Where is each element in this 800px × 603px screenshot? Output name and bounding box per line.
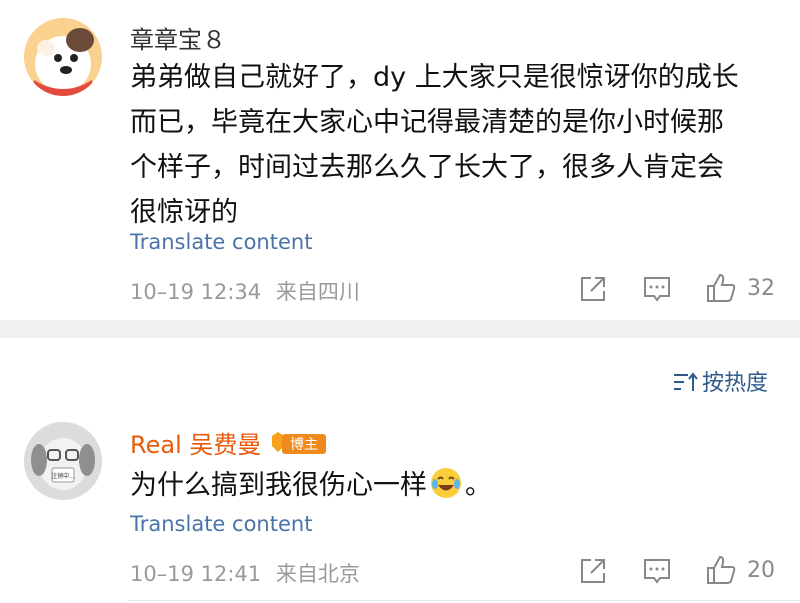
comment-text: 弟弟做自己就好了，dy 上大家只是很惊讶你的成长 而已，毕竟在大家心中记得最清楚… xyxy=(130,55,770,235)
blogger-badge: 博主 xyxy=(270,430,328,460)
comment-text-line: 为什么搞到我很伤心一样 xyxy=(130,470,427,501)
comment-text-suffix: 。 xyxy=(465,470,492,501)
reply-button[interactable] xyxy=(641,555,673,587)
thumbs-up-icon xyxy=(707,555,736,584)
share-button[interactable] xyxy=(577,555,609,587)
reply-button[interactable] xyxy=(641,273,673,305)
avatar-label: 注销中... xyxy=(51,472,75,480)
comment-text-line: 个样子，时间过去那么久了长大了，很多人肯定会 xyxy=(130,152,724,183)
comment-icon xyxy=(644,277,670,302)
like-count: 20 xyxy=(747,558,775,583)
section-divider xyxy=(0,320,800,338)
badge-label: 博主 xyxy=(290,436,318,453)
avatar[interactable] xyxy=(24,18,102,96)
comment-text-line: 而已，毕竟在大家心中记得最清楚的是你小时候那 xyxy=(130,107,724,138)
comment-text-line: 很惊讶的 xyxy=(130,197,238,228)
timestamp: 10–19 12:34 xyxy=(130,280,262,304)
share-button[interactable] xyxy=(577,273,609,305)
username[interactable]: 章章宝８ xyxy=(130,20,226,55)
username[interactable]: Real 吴费曼 xyxy=(130,425,261,460)
thumbs-up-icon xyxy=(707,273,736,302)
comment-meta: 10–19 12:41 来自北京 xyxy=(130,558,360,588)
cartoon-dog-avatar-icon xyxy=(24,18,102,96)
sort-label: 按热度 xyxy=(702,371,769,396)
share-icon xyxy=(581,277,605,301)
sort-icon xyxy=(674,372,698,391)
list-divider xyxy=(128,600,800,601)
comment-text: 为什么搞到我很伤心一样 。 xyxy=(130,463,770,508)
share-icon xyxy=(581,559,605,583)
translate-content-link[interactable]: Translate content xyxy=(130,230,312,254)
location: 来自四川 xyxy=(275,280,360,304)
comment-text-line: 弟弟做自己就好了，dy 上大家只是很惊讶你的成长 xyxy=(130,62,739,93)
like-count: 32 xyxy=(747,276,775,301)
comment-meta: 10–19 12:34 来自四川 xyxy=(130,276,360,306)
like-button[interactable] xyxy=(705,272,737,304)
laughing-crying-emoji-icon xyxy=(429,466,463,500)
location: 来自北京 xyxy=(275,562,360,586)
comment-icon xyxy=(644,559,670,584)
like-button[interactable] xyxy=(705,554,737,586)
timestamp: 10–19 12:41 xyxy=(130,562,262,586)
avatar[interactable]: 注销中... xyxy=(24,422,102,500)
sort-by-hot-button[interactable]: 按热度 xyxy=(672,365,768,397)
deactivated-user-avatar-icon: 注销中... xyxy=(24,422,102,500)
translate-content-link[interactable]: Translate content xyxy=(130,512,312,536)
